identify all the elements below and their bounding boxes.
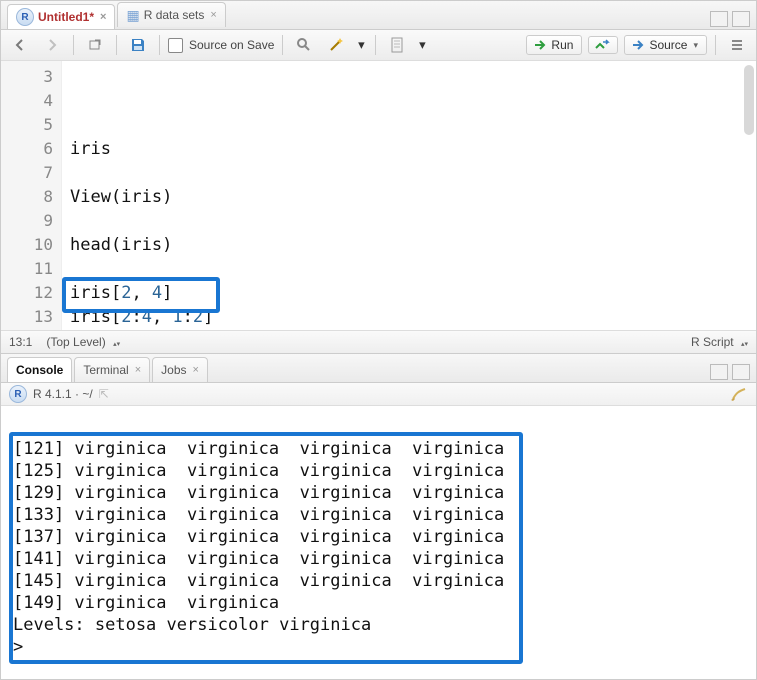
code-line[interactable]: View(iris): [70, 185, 748, 209]
source-on-save-checkbox[interactable]: [168, 38, 183, 53]
line-gutter: 345678910111213: [1, 61, 62, 330]
editor-tab[interactable]: ▦ R data sets ×: [117, 2, 225, 27]
run-label: Run: [551, 38, 573, 52]
editor-statusbar: 13:1 (Top Level) ▴▾ R Script ▴▾: [1, 330, 756, 353]
console-header: R R 4.1.1 · ~/ ⇱: [1, 383, 756, 406]
run-button[interactable]: Run: [526, 35, 582, 55]
magic-wand-button[interactable]: [323, 34, 349, 56]
tab-label: Jobs: [161, 363, 186, 377]
outline-button[interactable]: [724, 34, 750, 56]
rerun-button[interactable]: [588, 36, 618, 54]
console-tab[interactable]: Console: [7, 357, 72, 382]
code-line[interactable]: head(iris): [70, 233, 748, 257]
editor-toolbar: Source on Save ▾ ▾ Run: [1, 30, 756, 61]
r-session-label: R 4.1.1 · ~/: [33, 387, 93, 401]
code-line[interactable]: [70, 209, 748, 233]
tab-label: Console: [16, 363, 63, 377]
source-on-save-label: Source on Save: [189, 38, 274, 52]
close-tab-icon[interactable]: ×: [135, 364, 141, 376]
console-tabstrip: Console Terminal × Jobs ×: [1, 354, 756, 383]
forward-button[interactable]: [39, 34, 65, 56]
close-tab-icon[interactable]: ×: [100, 11, 106, 23]
source-button[interactable]: Source ▾: [624, 35, 707, 55]
console-tab[interactable]: Jobs ×: [152, 357, 208, 382]
back-button[interactable]: [7, 34, 33, 56]
minimize-pane-icon[interactable]: [710, 11, 728, 27]
r-logo-icon: R: [9, 385, 27, 403]
code-editor[interactable]: 345678910111213 iris View(iris) head(iris)…: [1, 61, 756, 330]
console-highlight-box: [121] virginica virginica virginica virg…: [9, 432, 523, 664]
tab-label: Untitled1*: [38, 10, 94, 24]
console-pane: Console Terminal × Jobs × R R 4.1.1 · ~/ ⇱ […: [1, 353, 756, 679]
maximize-pane-icon[interactable]: [732, 11, 750, 27]
find-button[interactable]: [291, 34, 317, 56]
editor-tabstrip: R Untitled1* × ▦ R data sets ×: [1, 1, 756, 30]
maximize-console-icon[interactable]: [732, 364, 750, 380]
editor-scrollbar[interactable]: [744, 65, 754, 135]
console-window-controls: [710, 364, 750, 382]
code-line[interactable]: [70, 257, 748, 281]
code-line[interactable]: [70, 329, 748, 330]
notebook-dropdown[interactable]: ▾: [416, 34, 428, 56]
code-area[interactable]: iris View(iris) head(iris) iris[2, 4]iris[2…: [62, 61, 756, 330]
language-selector[interactable]: R Script ▴▾: [691, 335, 748, 349]
code-line[interactable]: iris: [70, 137, 748, 161]
code-line[interactable]: [70, 161, 748, 185]
scope-selector[interactable]: (Top Level) ▴▾: [46, 335, 120, 349]
close-tab-icon[interactable]: ×: [210, 9, 216, 21]
minimize-console-icon[interactable]: [710, 364, 728, 380]
console-output[interactable]: [121] virginica virginica virginica virg…: [1, 406, 756, 679]
editor-tab[interactable]: R Untitled1* ×: [7, 4, 115, 29]
editor-window-controls: [710, 11, 750, 29]
code-line[interactable]: iris[2, 4]: [70, 281, 748, 305]
editor-pane: RUntitled1*×▦R data sets× Sourc: [1, 1, 756, 353]
console-tab[interactable]: Terminal ×: [74, 357, 150, 382]
tab-label: R data sets: [144, 8, 205, 22]
cursor-position: 13:1: [9, 335, 32, 349]
code-line[interactable]: iris[2:4, 1:2]: [70, 305, 748, 329]
tab-label: Terminal: [83, 363, 128, 377]
table-icon: ▦: [126, 7, 139, 24]
save-button[interactable]: [125, 34, 151, 56]
source-label: Source: [649, 38, 687, 52]
open-in-window-button[interactable]: [82, 34, 108, 56]
popout-console-icon[interactable]: ⇱: [99, 387, 109, 401]
clear-console-button[interactable]: [730, 387, 748, 401]
close-tab-icon[interactable]: ×: [193, 364, 199, 376]
wand-dropdown[interactable]: ▾: [355, 34, 367, 56]
notebook-button[interactable]: [384, 34, 410, 56]
r-file-icon: R: [16, 8, 34, 26]
